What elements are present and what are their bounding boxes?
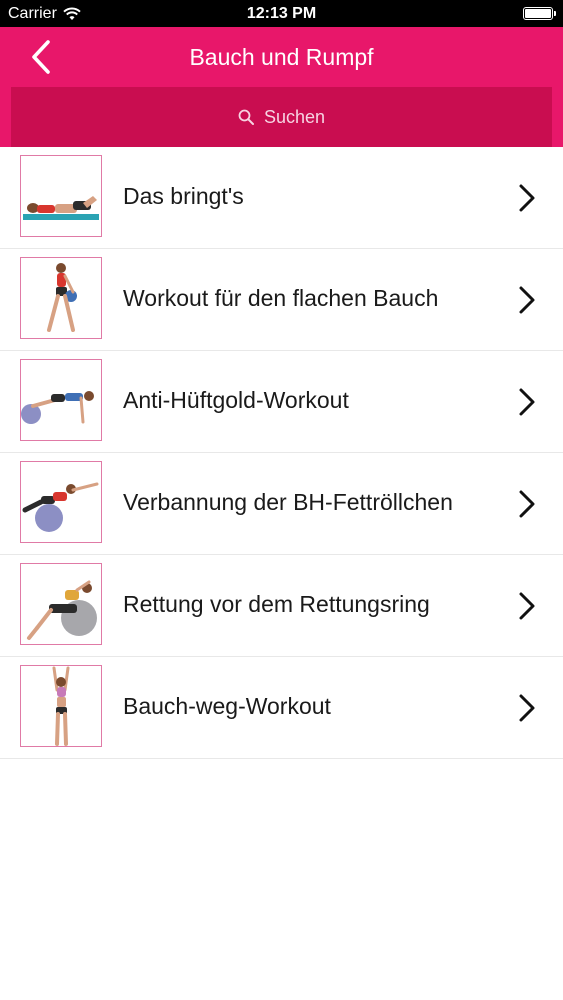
list-item[interactable]: Bauch-weg-Workout [0, 657, 563, 759]
navigation-bar: Bauch und Rumpf [0, 27, 563, 86]
search-placeholder: Suchen [263, 106, 326, 127]
list-item-label: Workout für den flachen Bauch [123, 285, 439, 311]
chevron-right-icon [519, 388, 535, 416]
list-item[interactable]: Das bringt's [0, 147, 563, 249]
list-item[interactable]: Verbannung der BH-Fettröllchen [0, 453, 563, 555]
battery-icon [523, 7, 556, 20]
chevron-right-icon [519, 490, 535, 518]
exercise-thumbnail [20, 563, 102, 645]
exercise-thumbnail [20, 665, 102, 747]
search-input[interactable]: Suchen [11, 87, 552, 147]
list-item-label: Anti-Hüftgold-Workout [123, 387, 349, 413]
list-item-label: Das bringt's [123, 183, 244, 209]
chevron-right-icon [519, 286, 535, 314]
search-bar: Suchen [0, 86, 563, 147]
list-item-label: Rettung vor dem Rettungsring [123, 591, 430, 617]
page-title: Bauch und Rumpf [189, 44, 374, 70]
exercise-thumbnail [20, 359, 102, 441]
workout-list: Das bringt's Workout für den flachen Bau… [0, 147, 563, 759]
search-icon [238, 109, 254, 125]
list-item[interactable]: Anti-Hüftgold-Workout [0, 351, 563, 453]
exercise-thumbnail [20, 257, 102, 339]
exercise-thumbnail [20, 155, 102, 237]
list-item[interactable]: Workout für den flachen Bauch [0, 249, 563, 351]
list-item-label: Bauch-weg-Workout [123, 693, 331, 719]
chevron-right-icon [519, 184, 535, 212]
status-bar: Carrier 12:13 PM [0, 0, 563, 27]
list-item[interactable]: Rettung vor dem Rettungsring [0, 555, 563, 657]
status-time: 12:13 PM [246, 5, 317, 22]
chevron-right-icon [519, 592, 535, 620]
exercise-thumbnail [20, 461, 102, 543]
list-item-label: Verbannung der BH-Fettröllchen [123, 489, 453, 515]
chevron-right-icon [519, 694, 535, 722]
